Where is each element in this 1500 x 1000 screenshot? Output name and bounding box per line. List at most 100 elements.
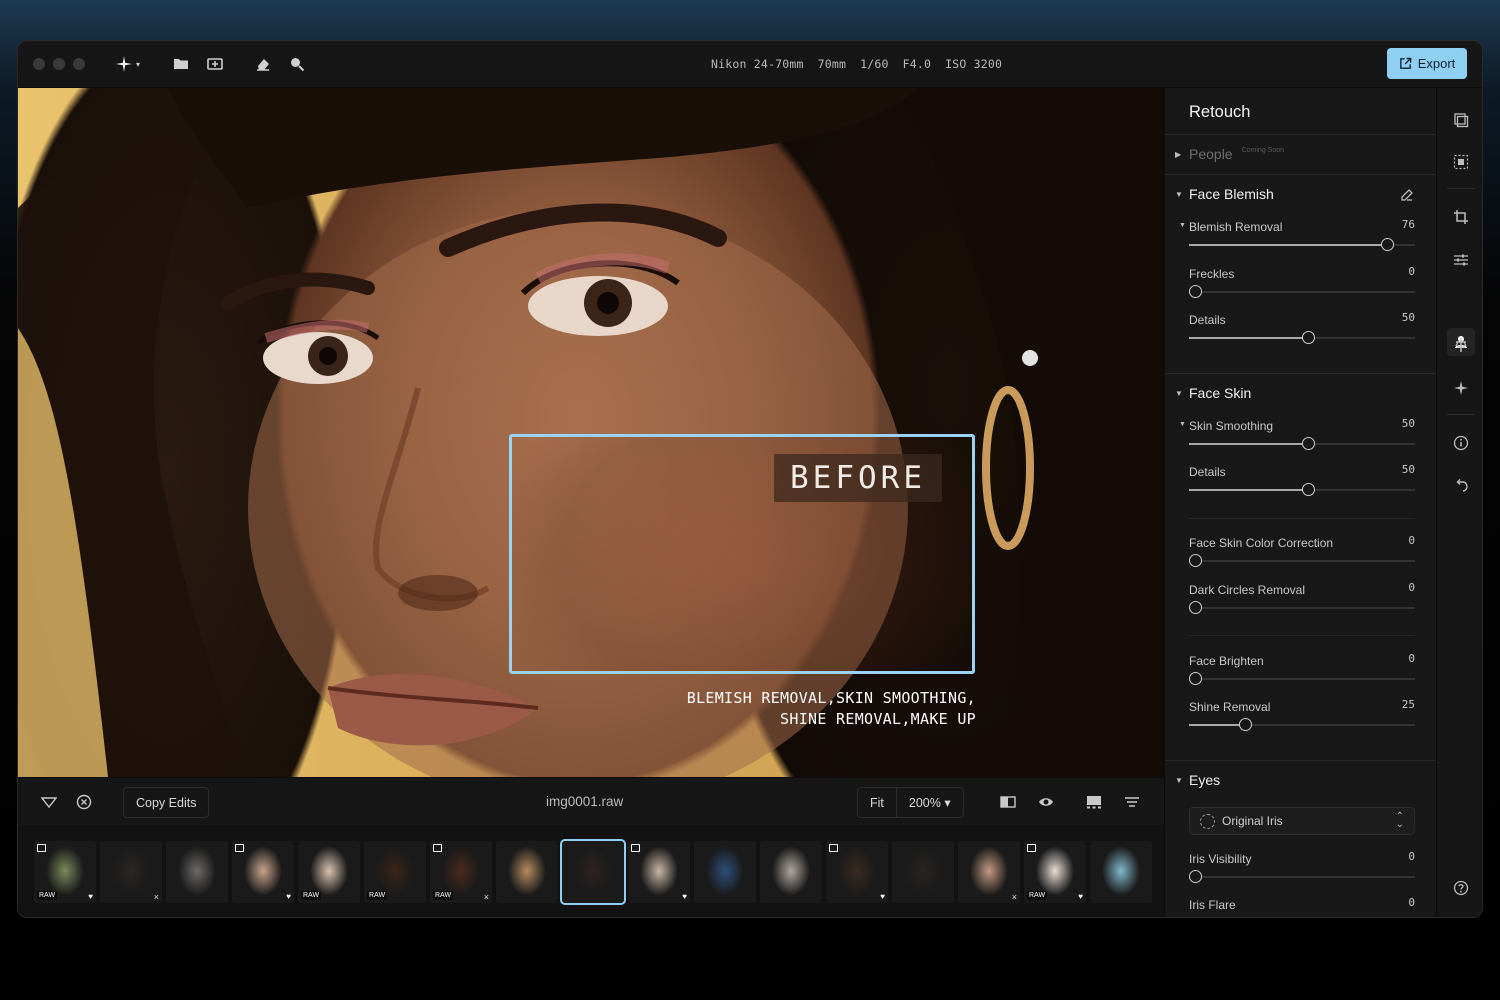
chevron-down-icon[interactable]: ▾ xyxy=(133,53,143,75)
slider-knob[interactable] xyxy=(1189,554,1202,567)
edited-tag-icon xyxy=(235,844,244,852)
landscape-icon[interactable] xyxy=(1451,335,1471,355)
search-icon[interactable] xyxy=(286,53,308,75)
divider xyxy=(1165,373,1437,374)
filmstrip-thumbnail[interactable]: RAW ♥ xyxy=(34,841,96,903)
ai-sparkle-menu-icon[interactable] xyxy=(113,53,135,75)
slider-knob[interactable] xyxy=(1302,331,1315,344)
copy-edits-button[interactable]: Copy Edits xyxy=(123,787,210,818)
slider-fill xyxy=(1189,443,1308,445)
slider-knob[interactable] xyxy=(1189,870,1202,883)
zoom-select[interactable]: 200% ▾ xyxy=(897,795,963,810)
filmstrip-thumbnail[interactable]: ♥ xyxy=(628,841,690,903)
zoom-controls: Fit 200% ▾ xyxy=(857,787,964,818)
reject-icon[interactable] xyxy=(74,792,94,812)
slider-track[interactable] xyxy=(1189,483,1415,496)
slider-track[interactable] xyxy=(1189,718,1415,731)
info-icon[interactable] xyxy=(1451,433,1471,453)
face-blemish-section-header[interactable]: ▼ Face Blemish xyxy=(1175,186,1274,202)
filmstrip-thumbnail[interactable] xyxy=(892,841,954,903)
eye-preview-icon[interactable] xyxy=(1036,792,1056,812)
filmstrip-thumbnail[interactable]: RAW × xyxy=(430,841,492,903)
eyes-section-header[interactable]: ▼ Eyes xyxy=(1175,772,1220,788)
slider-value: 25 xyxy=(1401,698,1415,711)
creative-sparkle-icon[interactable] xyxy=(1451,378,1471,398)
app-window: ▾ Nikon 24-70mm 70mm 1/60 F4.0 ISO 3200 … xyxy=(17,40,1483,918)
favorite-heart-icon[interactable]: ♥ xyxy=(682,892,687,901)
iris-placeholder-icon xyxy=(1200,813,1215,829)
select-subject-icon[interactable] xyxy=(1451,152,1471,172)
favorite-heart-icon[interactable]: ♥ xyxy=(286,892,291,901)
raw-badge: RAW xyxy=(37,891,58,900)
slider-value: 0 xyxy=(1408,652,1415,665)
history-undo-icon[interactable] xyxy=(1451,476,1471,496)
sort-icon[interactable] xyxy=(1122,792,1142,812)
slider-knob[interactable] xyxy=(1302,483,1315,496)
iris-style-select[interactable]: Original Iris ⌃ ⌄ xyxy=(1189,807,1415,835)
slider-knob[interactable] xyxy=(1189,285,1202,298)
folder-icon[interactable] xyxy=(170,53,192,75)
before-comparison-box[interactable]: BEFORE xyxy=(509,434,975,674)
slider-track[interactable] xyxy=(1189,238,1415,251)
slider-track[interactable] xyxy=(1189,437,1415,450)
filmstrip-thumbnail[interactable] xyxy=(760,841,822,903)
filmstrip-thumbnail[interactable] xyxy=(560,839,626,905)
slider-value: 50 xyxy=(1401,417,1415,430)
slider-label: Iris Flare xyxy=(1189,898,1236,912)
adjustments-icon[interactable] xyxy=(1451,250,1471,270)
filmstrip-thumbnail[interactable] xyxy=(694,841,756,903)
face-skin-section-header[interactable]: ▼ Face Skin xyxy=(1175,385,1251,401)
favorite-heart-icon[interactable]: ♥ xyxy=(1078,892,1083,901)
slider-track[interactable] xyxy=(1189,331,1415,344)
export-button[interactable]: Export xyxy=(1387,48,1467,79)
help-icon[interactable] xyxy=(1451,878,1471,898)
slider-track[interactable] xyxy=(1189,285,1415,298)
slider-label: Face Skin Color Correction xyxy=(1189,536,1334,550)
maximize-window-button[interactable] xyxy=(73,58,85,70)
slider-label: Iris Visibility xyxy=(1189,852,1252,866)
crop-icon[interactable] xyxy=(1451,207,1471,227)
fit-button[interactable]: Fit xyxy=(858,796,896,810)
edited-tag-icon xyxy=(1027,844,1036,852)
filmstrip-thumbnail[interactable]: × xyxy=(100,841,162,903)
close-window-button[interactable] xyxy=(33,58,45,70)
people-label: People xyxy=(1189,146,1233,162)
filmstrip-thumbnail[interactable] xyxy=(1090,841,1152,903)
import-icon[interactable] xyxy=(204,53,226,75)
rejected-x-icon[interactable]: × xyxy=(484,892,489,902)
divider xyxy=(1165,174,1437,175)
slider-knob[interactable] xyxy=(1189,601,1202,614)
slider-knob[interactable] xyxy=(1381,238,1394,251)
slider-track[interactable] xyxy=(1189,554,1415,567)
rejected-x-icon[interactable]: × xyxy=(154,892,159,902)
camera-metadata: Nikon 24-70mm 70mm 1/60 F4.0 ISO 3200 xyxy=(711,57,1002,71)
slider-track[interactable] xyxy=(1189,601,1415,614)
slider-track[interactable] xyxy=(1189,672,1415,685)
slider-knob[interactable] xyxy=(1302,437,1315,450)
favorite-heart-icon[interactable]: ♥ xyxy=(88,892,93,901)
photo-canvas[interactable]: BEFORE BLEMISH REMOVAL,SKIN SMOOTHING, S… xyxy=(18,88,1164,777)
filmstrip-thumbnail[interactable] xyxy=(496,841,558,903)
filmstrip-thumbnail[interactable]: RAW xyxy=(364,841,426,903)
compare-icon[interactable] xyxy=(998,792,1018,812)
slider-knob[interactable] xyxy=(1189,672,1202,685)
favorite-heart-icon[interactable]: ♥ xyxy=(880,892,885,901)
slider-knob[interactable] xyxy=(1239,718,1252,731)
rejected-x-icon[interactable]: × xyxy=(1012,892,1017,902)
face-skin-label: Face Skin xyxy=(1189,385,1252,401)
filmstrip-thumbnail[interactable]: × xyxy=(958,841,1020,903)
slider-track[interactable] xyxy=(1189,870,1415,883)
filmstrip-thumbnail[interactable] xyxy=(166,841,228,903)
filmstrip-toggle-icon[interactable] xyxy=(1084,792,1104,812)
edit-brush-icon[interactable] xyxy=(1400,188,1414,202)
filter-icon[interactable] xyxy=(39,792,59,812)
filmstrip-thumbnail[interactable]: RAW ♥ xyxy=(1024,841,1086,903)
filmstrip-thumbnail[interactable]: ♥ xyxy=(232,841,294,903)
top-toolbar: ▾ Nikon 24-70mm 70mm 1/60 F4.0 ISO 3200 … xyxy=(18,41,1482,88)
chevron-down-icon: ▼ xyxy=(1175,388,1183,398)
filmstrip-thumbnail[interactable]: RAW xyxy=(298,841,360,903)
eraser-icon[interactable] xyxy=(252,53,274,75)
layers-icon[interactable] xyxy=(1451,110,1471,130)
filmstrip-thumbnail[interactable]: ♥ xyxy=(826,841,888,903)
minimize-window-button[interactable] xyxy=(53,58,65,70)
